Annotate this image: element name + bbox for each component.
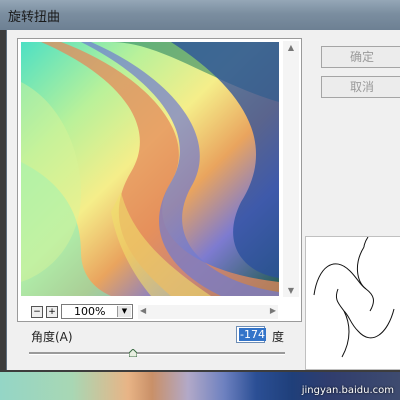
title-bar: 旋转扭曲 bbox=[0, 0, 400, 30]
dialog-title: 旋转扭曲 bbox=[8, 10, 61, 25]
twirl-dialog: 旋转扭曲 ▲ ▼ − + 100% ▼ ◀ ▶ 确定 取消 角度(A) -174… bbox=[0, 0, 400, 400]
angle-label: 角度(A) bbox=[31, 330, 73, 344]
dialog-body: ▲ ▼ − + 100% ▼ ◀ ▶ 确定 取消 角度(A) -174 度 bbox=[6, 30, 400, 370]
chevron-down-icon[interactable]: ▼ bbox=[117, 306, 131, 317]
preview-horizontal-scrollbar[interactable]: ◀ ▶ bbox=[138, 305, 278, 319]
preview-panel: ▲ ▼ − + 100% ▼ ◀ ▶ bbox=[17, 38, 302, 322]
zoom-out-button[interactable]: − bbox=[31, 306, 43, 318]
preview-image[interactable] bbox=[21, 42, 279, 296]
ok-button[interactable]: 确定 bbox=[321, 46, 400, 68]
zoom-level-select[interactable]: 100% ▼ bbox=[61, 304, 133, 319]
preview-vertical-scrollbar[interactable]: ▲ ▼ bbox=[283, 41, 299, 297]
scroll-right-icon[interactable]: ▶ bbox=[270, 306, 276, 315]
degree-unit-label: 度 bbox=[272, 330, 285, 344]
scroll-down-icon[interactable]: ▼ bbox=[286, 286, 296, 295]
angle-slider-track[interactable] bbox=[29, 352, 285, 355]
angle-slider-thumb[interactable] bbox=[128, 346, 138, 358]
angle-input[interactable]: -174 bbox=[236, 326, 266, 343]
angle-value: -174 bbox=[239, 328, 266, 341]
cancel-button[interactable]: 取消 bbox=[321, 76, 400, 98]
twirl-thumbnail bbox=[305, 236, 400, 370]
zoom-level-value: 100% bbox=[74, 305, 106, 318]
scroll-up-icon[interactable]: ▲ bbox=[286, 43, 296, 52]
watermark: jingyan.baidu.com bbox=[301, 385, 394, 396]
scroll-left-icon[interactable]: ◀ bbox=[140, 306, 146, 315]
zoom-in-button[interactable]: + bbox=[46, 306, 58, 318]
